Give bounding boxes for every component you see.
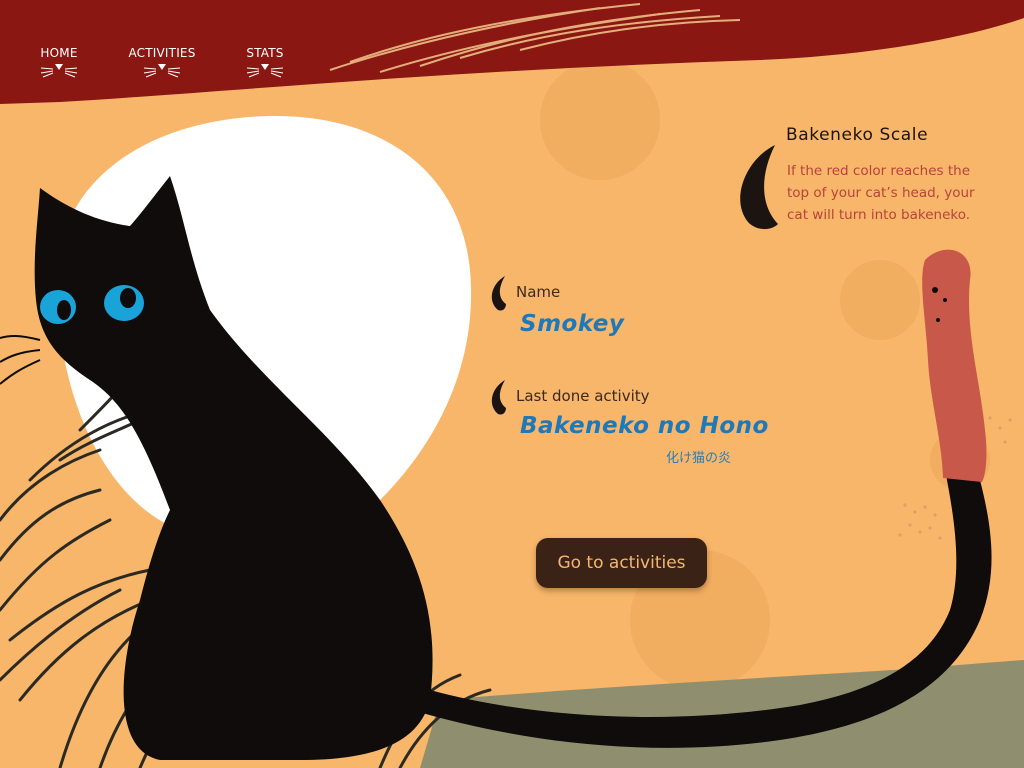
last-activity-subtitle: 化け猫の炎 bbox=[666, 451, 732, 466]
nav-label: ACTIVITIES bbox=[128, 46, 196, 60]
scale-title: Bakeneko Scale bbox=[786, 125, 929, 145]
nav-label: STATS bbox=[246, 46, 284, 60]
cat-name: Smokey bbox=[520, 311, 625, 337]
nav-item-stats[interactable]: STATS bbox=[240, 46, 290, 78]
nav-item-activities[interactable]: ACTIVITIES bbox=[124, 46, 200, 78]
scale-description: If the red color reaches the top of your… bbox=[787, 163, 975, 223]
last-activity-label: Last done activity bbox=[516, 387, 650, 405]
go-to-activities-button[interactable]: Go to activities bbox=[536, 538, 707, 588]
name-label: Name bbox=[516, 283, 561, 301]
whisker-icon bbox=[246, 64, 284, 78]
background-scene bbox=[0, 0, 1024, 768]
nav-item-home[interactable]: HOME bbox=[34, 46, 84, 78]
whisker-icon bbox=[143, 64, 181, 78]
whisker-icon bbox=[40, 64, 78, 78]
last-activity-value: Bakeneko no Hono bbox=[520, 413, 769, 439]
nav-label: HOME bbox=[40, 46, 78, 60]
